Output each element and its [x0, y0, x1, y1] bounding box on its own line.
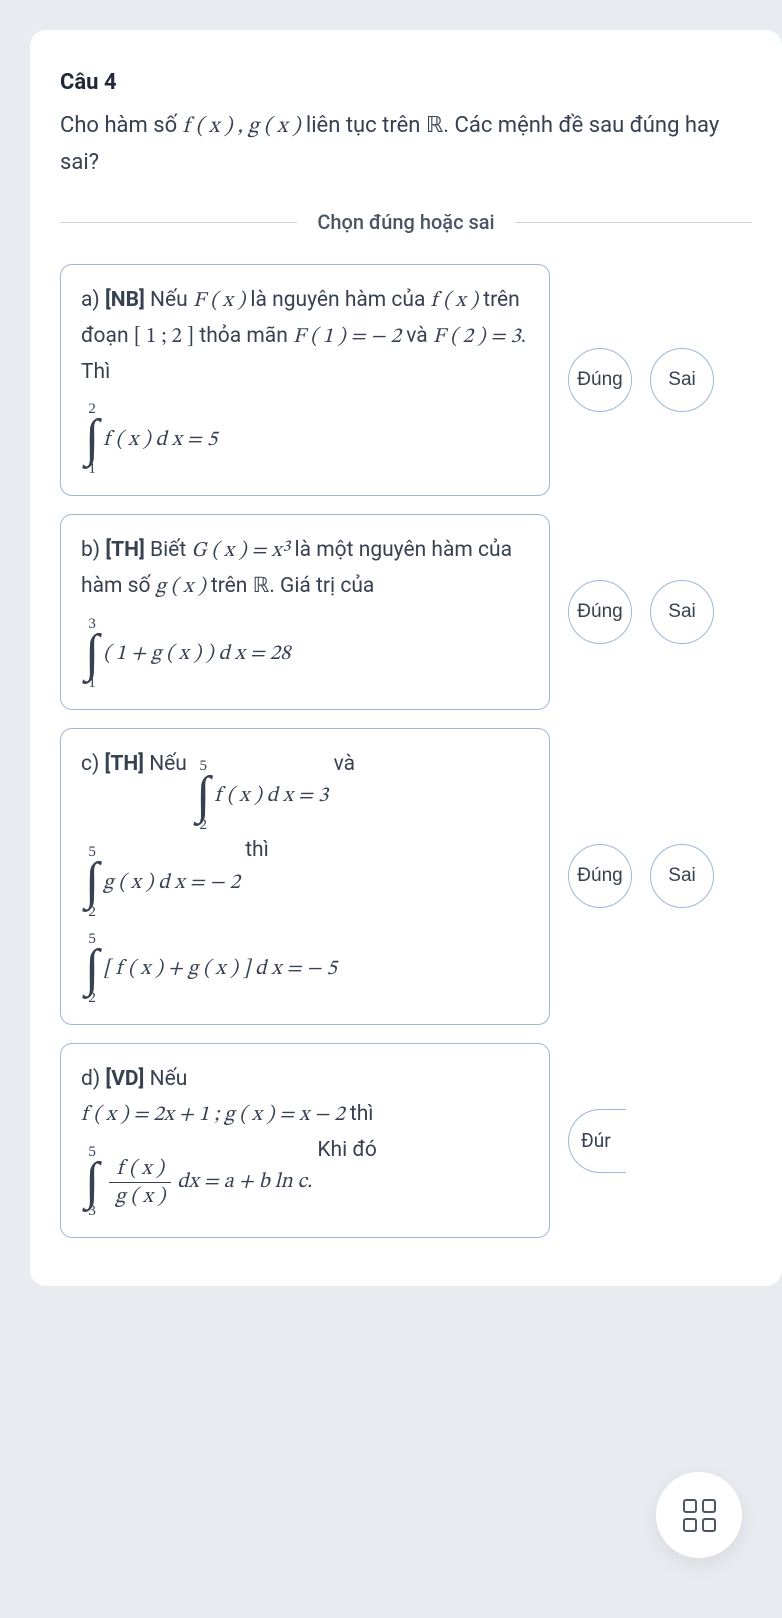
false-button-c[interactable]: Sai — [650, 844, 714, 908]
integral-symbol: 3 ∫ 1 — [85, 617, 99, 691]
question-card: Câu 4 Cho hàm số f ( x ) , g ( x ) liên … — [30, 30, 782, 1286]
option-d: d) [VD] Nếu f ( x ) = 2x + 1 ; g ( x ) =… — [60, 1043, 550, 1239]
grid-menu-button[interactable] — [656, 1472, 742, 1558]
option-row-b: b) [TH] Biết G ( x ) = x³ là một nguyên … — [60, 514, 752, 711]
option-c: c) [TH] Nếu 5 ∫ 2 f ( x ) d x = 3 và 5 ∫… — [60, 728, 550, 1025]
option-a: a) [NB] Nếu F ( x ) là nguyên hàm của f … — [60, 264, 550, 495]
option-row-d: d) [VD] Nếu f ( x ) = 2x + 1 ; g ( x ) =… — [60, 1043, 752, 1239]
option-b: b) [TH] Biết G ( x ) = x³ là một nguyên … — [60, 514, 550, 711]
instruction-text: Chọn đúng hoặc sai — [297, 210, 514, 234]
option-row-c: c) [TH] Nếu 5 ∫ 2 f ( x ) d x = 3 và 5 ∫… — [60, 728, 752, 1025]
false-button-a[interactable]: Sai — [650, 348, 714, 412]
true-button-a[interactable]: Đúng — [568, 348, 632, 412]
true-button-c[interactable]: Đúng — [568, 844, 632, 908]
question-number: Câu 4 — [60, 70, 752, 95]
false-button-b[interactable]: Sai — [650, 580, 714, 644]
option-row-a: a) [NB] Nếu F ( x ) là nguyên hàm của f … — [60, 264, 752, 495]
integral-symbol: 5 ∫ 2 — [196, 759, 210, 833]
fraction: f ( x ) g ( x ) — [109, 1157, 171, 1208]
integral-symbol: 2 ∫ 1 — [85, 402, 99, 476]
grid-icon — [683, 1499, 716, 1532]
instruction-divider: Chọn đúng hoặc sai — [60, 210, 752, 234]
integral-symbol: 5 ∫ 3 — [85, 1145, 99, 1219]
true-button-d-partial[interactable]: Đúr — [568, 1109, 626, 1173]
integral-symbol: 5 ∫ 2 — [85, 845, 99, 919]
true-button-b[interactable]: Đúng — [568, 580, 632, 644]
integral-symbol: 5 ∫ 2 — [85, 932, 99, 1006]
question-prompt: Cho hàm số f ( x ) , g ( x ) liên tục tr… — [60, 107, 752, 180]
